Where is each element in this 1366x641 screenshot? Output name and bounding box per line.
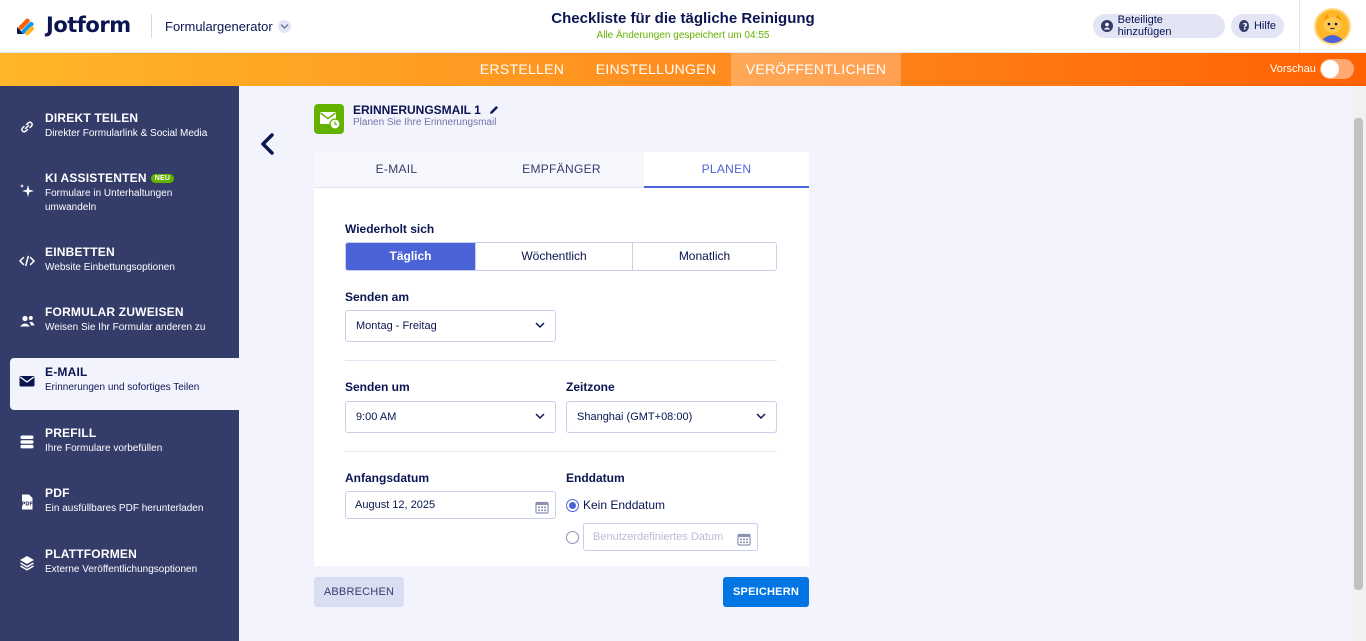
invite-collaborators-button[interactable]: Beteiligte hinzufügen [1093,14,1225,38]
send-on-value: Montag - Freitag [356,320,437,332]
nav-tab-settings[interactable]: EINSTELLUNGEN [588,53,724,86]
sparkle-icon [18,182,36,200]
sidebar-item-desc: Website Einbettungsoptionen [45,262,175,273]
sidebar-item-title: PLATTFORMEN [45,547,137,561]
preview-toggle[interactable] [1320,59,1354,79]
user-icon [1101,20,1113,32]
send-at-value: 9:00 AM [356,411,397,423]
invite-label: Beteiligte hinzufügen [1117,14,1172,38]
sidebar-item-desc: Ein ausfüllbares PDF herunterladen [45,503,204,514]
prefill-icon [18,433,36,451]
code-icon [18,252,36,270]
repeat-segmented-control: Täglich Wöchentlich Monatlich [345,242,777,271]
reminder-subtitle: Planen Sie Ihre Erinnerungsmail [353,117,497,128]
sidebar-item-title: EINBETTEN [45,245,115,259]
calendar-icon[interactable] [737,530,751,550]
send-on-select[interactable]: Montag - Freitag [345,310,556,342]
sidebar-item-email[interactable]: E-MAIL Erinnerungen und sofortiges Teile… [10,358,239,410]
start-date-input[interactable]: August 12, 2025 [345,491,556,519]
repeat-label: Wiederholt sich [345,222,435,236]
sidebar-item-prefill[interactable]: PREFILL Ihre Formulare vorbefüllen [10,419,239,471]
publish-navbar: ERSTELLEN EINSTELLUNGEN VERÖFFENTLICHEN … [0,53,1366,86]
end-date-none-label[interactable]: Kein Enddatum [583,498,665,512]
sidebar-item-desc: Weisen Sie Ihr Formular anderen zu [45,322,206,333]
sidebar-item-desc: Formulare in Unterhaltungen umwandeln [45,188,173,213]
sidebar-item-title: DIREKT TEILEN [45,111,139,125]
svg-text:PDF: PDF [22,502,33,508]
publish-sidebar: DIREKT TEILEN Direkter Formularlink & So… [0,86,239,641]
tab-schedule[interactable]: PLANEN [644,152,809,188]
new-badge: NEU [150,174,175,183]
end-date-custom-radio[interactable] [566,531,579,544]
sidebar-item-title: PREFILL [45,426,97,440]
end-date-custom-input[interactable]: Benutzerdefiniertes Datum [583,523,758,551]
nav-tab-build[interactable]: ERSTELLEN [472,53,572,86]
sidebar-item-title: KI ASSISTENTEN NEU [45,171,175,185]
calendar-icon[interactable] [535,498,549,524]
preview-label: Vorschau [1270,63,1316,75]
sidebar-item-title: PDF [45,486,70,500]
section-divider [345,451,777,452]
scrollbar-thumb[interactable] [1354,118,1363,590]
back-arrow-icon[interactable] [258,132,278,156]
cancel-button[interactable]: ABBRECHEN [314,577,404,607]
send-at-select[interactable]: 9:00 AM [345,401,556,433]
send-at-label: Senden um [345,380,410,394]
users-icon [18,312,36,330]
start-date-label: Anfangsdatum [345,471,429,485]
repeat-option-daily[interactable]: Täglich [346,243,476,270]
question-icon: ? [1239,20,1249,32]
start-date-value: August 12, 2025 [355,499,436,511]
end-date-custom-placeholder: Benutzerdefiniertes Datum [593,531,724,543]
sidebar-item-desc: Externe Veröffentlichungsoptionen [45,564,198,575]
sidebar-item-embed[interactable]: EINBETTEN Website Einbettungsoptionen [10,238,239,290]
help-button[interactable]: ? Hilfe [1231,14,1284,38]
send-on-label: Senden am [345,290,410,304]
sidebar-item-desc: Ihre Formulare vorbefüllen [45,443,163,454]
tab-email[interactable]: E-MAIL [314,152,479,188]
sidebar-item-desc: Erinnerungen und sofortiges Teilen [45,382,200,393]
sidebar-item-ai-agents[interactable]: KI ASSISTENTEN NEU Formulare in Unterhalt… [10,164,239,224]
header-divider-right [1299,0,1300,53]
sidebar-item-desc: Direkter Formularlink & Social Media [45,128,208,139]
pdf-icon: PDF [18,493,36,511]
end-date-label: Enddatum [566,471,625,485]
end-date-none-radio[interactable] [566,499,579,512]
layers-icon [18,554,36,572]
sidebar-item-title-text: KI ASSISTENTEN [45,171,147,185]
preview-toggle-knob [1321,60,1339,78]
sidebar-item-assign-form[interactable]: FORMULAR ZUWEISEN Weisen Sie Ihr Formula… [10,298,239,350]
tab-recipients[interactable]: EMPFÄNGER [479,152,644,188]
envelope-icon [18,372,36,390]
top-header: Jotform Formulargenerator Checkliste für… [0,0,1366,53]
sidebar-item-platforms[interactable]: PLATTFORMEN Externe Veröffentlichungsopt… [10,540,239,592]
save-button[interactable]: SPEICHERN [723,577,809,607]
reminder-tabs: E-MAIL EMPFÄNGER PLANEN [314,152,809,188]
sidebar-item-pdf[interactable]: PDF PDF Ein ausfüllbares PDF herunterlad… [10,479,239,531]
timezone-value: Shanghai (GMT+08:00) [577,411,693,423]
help-label: Hilfe [1253,20,1276,32]
sidebar-item-title: E-MAIL [45,365,88,379]
reminder-title-text: ERINNERUNGSMAIL 1 [353,103,481,117]
section-divider [345,360,777,361]
reminder-email-icon [314,104,344,134]
sidebar-item-quick-share[interactable]: DIREKT TEILEN Direkter Formularlink & So… [10,104,239,156]
sidebar-item-title: FORMULAR ZUWEISEN [45,305,184,319]
timezone-label: Zeitzone [566,380,615,394]
schedule-card: Wiederholt sich Täglich Wöchentlich Mona… [314,188,809,566]
timezone-select[interactable]: Shanghai (GMT+08:00) [566,401,777,433]
avatar[interactable] [1314,8,1351,45]
chevron-down-icon [756,413,766,420]
link-icon [18,118,36,136]
chevron-down-icon [535,322,545,329]
chevron-down-icon [535,413,545,420]
svg-text:?: ? [1242,22,1247,32]
repeat-option-monthly[interactable]: Monatlich [633,243,776,270]
nav-tab-publish[interactable]: VERÖFFENTLICHEN [731,53,901,86]
repeat-option-weekly[interactable]: Wöchentlich [476,243,633,270]
